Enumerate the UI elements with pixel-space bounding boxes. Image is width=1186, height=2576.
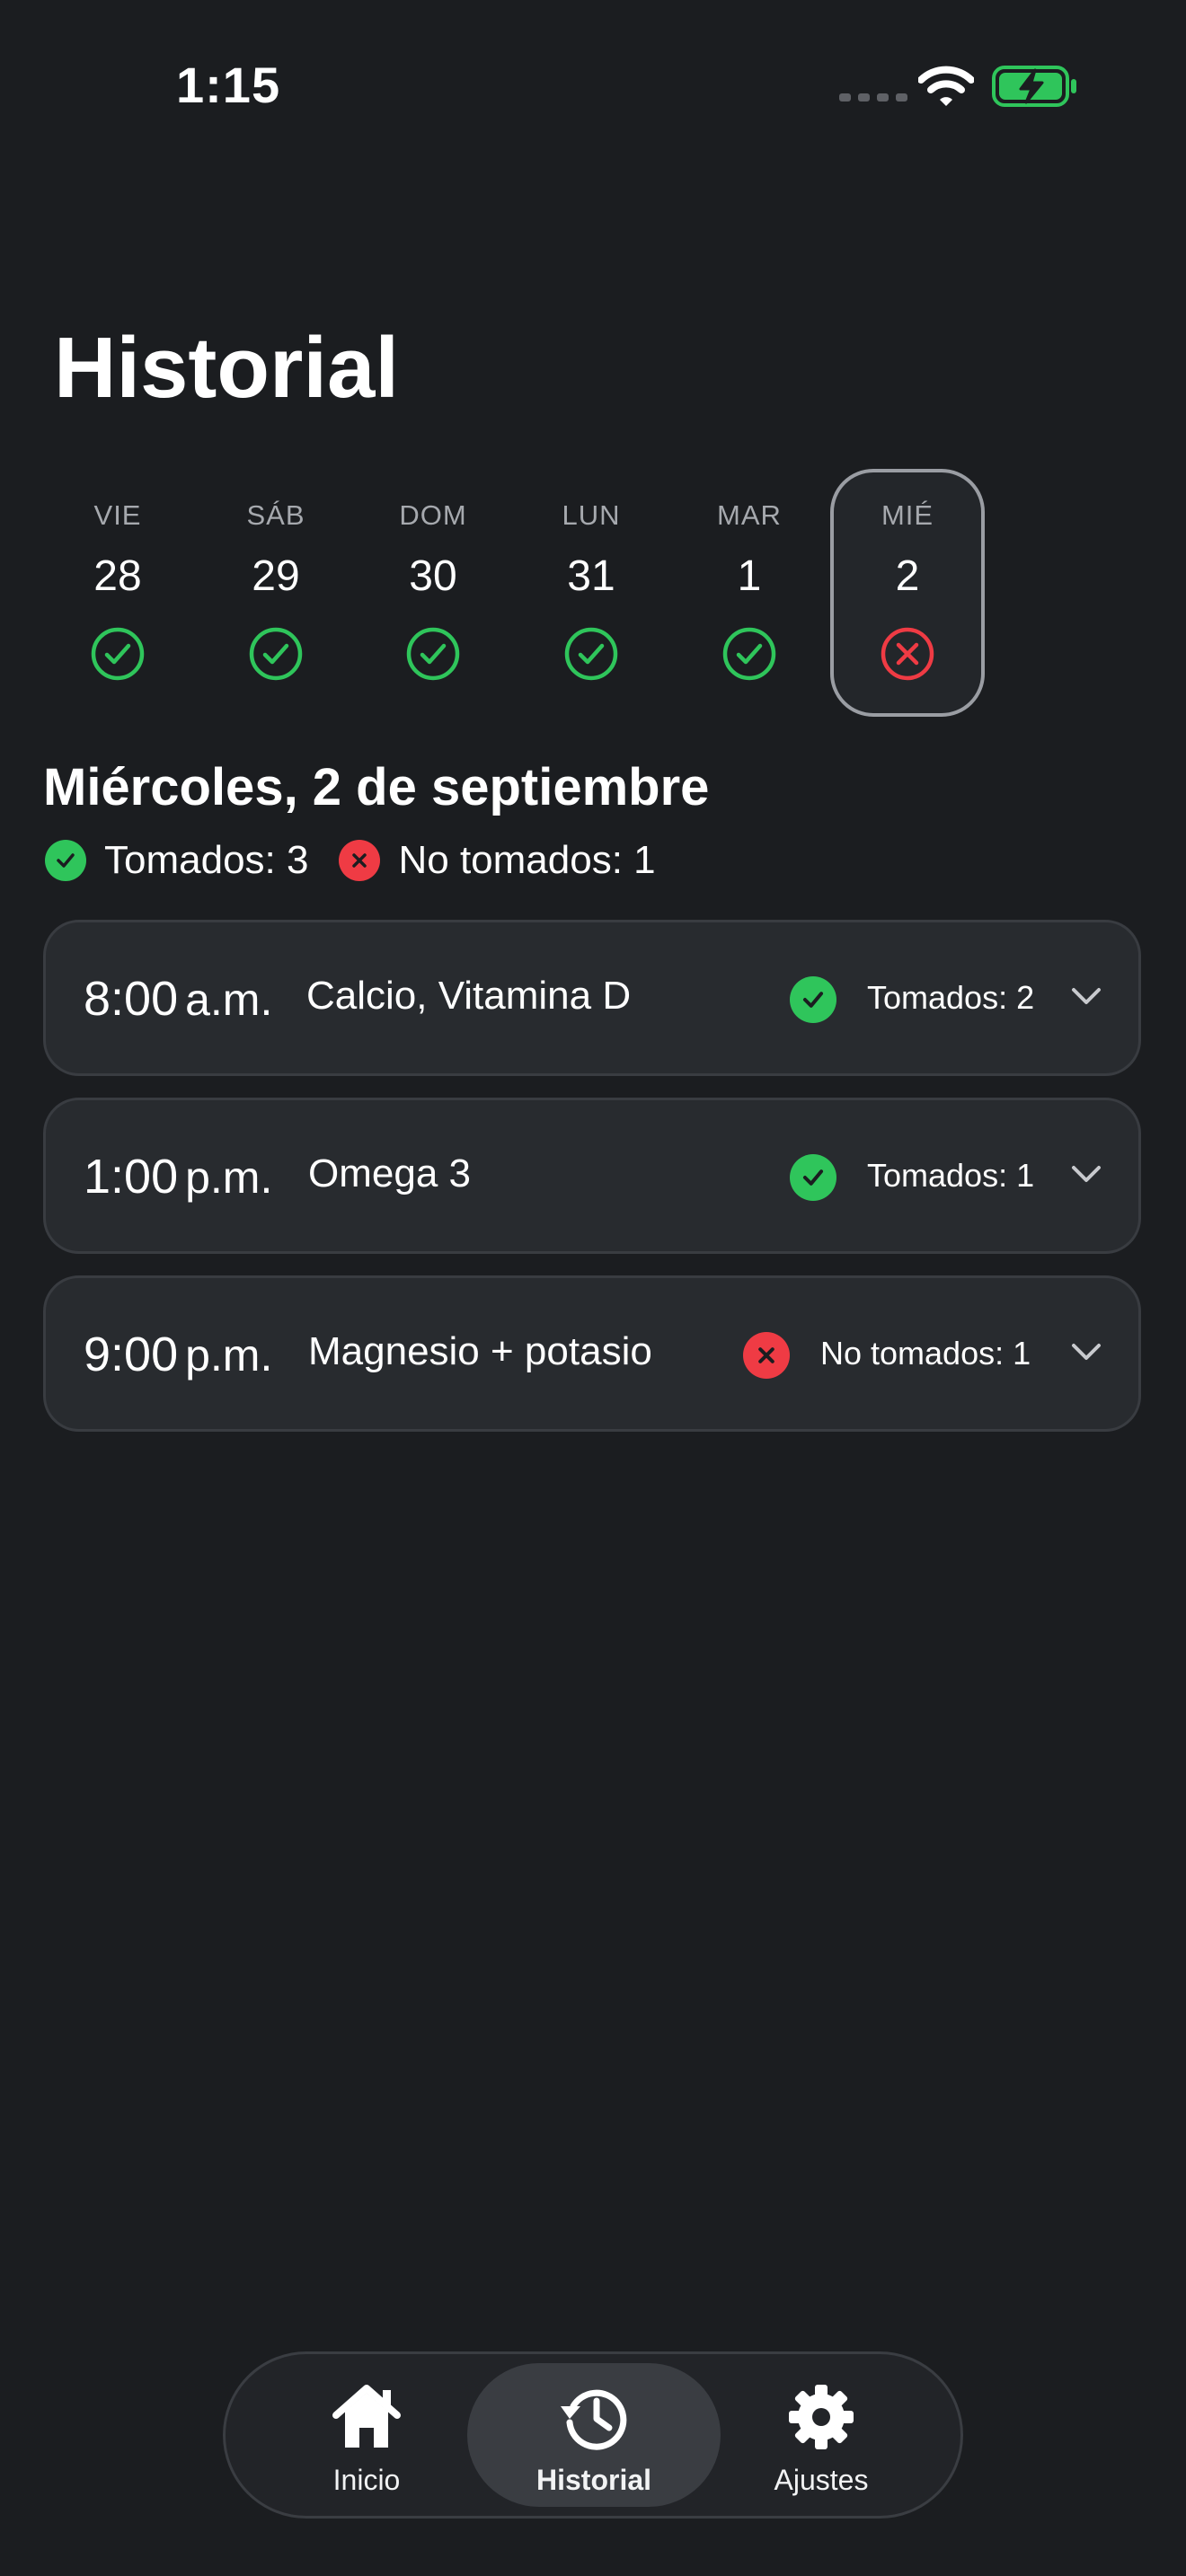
day-name: DOM bbox=[399, 499, 467, 531]
day-name: VIE bbox=[93, 499, 142, 531]
dose-card[interactable]: 8:00 a.m. Calcio, Vitamina D Tomados: 2 bbox=[43, 920, 1141, 1076]
day-name: MIÉ bbox=[881, 499, 934, 531]
dose-status: Tomados: 1 bbox=[867, 1157, 1035, 1194]
missed-count: No tomados: 1 bbox=[398, 838, 656, 882]
day-number: 1 bbox=[737, 552, 762, 600]
dose-time: 8:00 a.m. bbox=[84, 972, 273, 1026]
status-bar: 1:15 bbox=[0, 0, 1186, 171]
tab-label: Ajustes bbox=[774, 2464, 869, 2496]
day-name: MAR bbox=[717, 499, 782, 531]
chevron-down-icon[interactable] bbox=[1070, 985, 1102, 1007]
tab-bar: Inicio Historial Ajustes bbox=[223, 2351, 963, 2519]
selected-date-title: Miércoles, 2 de septiembre bbox=[43, 758, 710, 816]
day-item-dom[interactable]: DOM 30 bbox=[356, 469, 510, 717]
day-item-lun[interactable]: LUN 31 bbox=[514, 469, 668, 717]
dose-status: Tomados: 2 bbox=[867, 979, 1035, 1016]
check-circle-icon bbox=[406, 627, 460, 681]
check-icon bbox=[45, 840, 86, 881]
dose-card[interactable]: 1:00 p.m. Omega 3 Tomados: 1 bbox=[43, 1098, 1141, 1254]
tab-label: Historial bbox=[535, 2464, 652, 2496]
day-item-mar[interactable]: MAR 1 bbox=[672, 469, 827, 717]
home-icon bbox=[240, 2383, 493, 2455]
day-name: LUN bbox=[562, 499, 621, 531]
day-item-mie-selected[interactable]: MIÉ 2 bbox=[830, 469, 985, 717]
tab-historial[interactable]: Historial bbox=[467, 2363, 721, 2507]
chevron-down-icon[interactable] bbox=[1070, 1163, 1102, 1185]
tab-ajustes[interactable]: Ajustes bbox=[695, 2363, 948, 2507]
check-circle-icon bbox=[91, 627, 145, 681]
check-circle-icon bbox=[564, 627, 618, 681]
x-icon bbox=[339, 840, 381, 881]
chevron-down-icon[interactable] bbox=[1070, 1341, 1102, 1363]
day-selector: VIE 28 SÁB 29 DOM 30 LUN 31 MAR 1 MIÉ 2 bbox=[40, 469, 993, 717]
day-number: 31 bbox=[567, 552, 615, 600]
dose-time: 9:00 p.m. bbox=[84, 1328, 273, 1381]
day-number: 30 bbox=[409, 552, 457, 600]
dose-card[interactable]: 9:00 p.m. Magnesio + potasio No tomados: … bbox=[43, 1275, 1141, 1432]
day-number: 2 bbox=[895, 552, 920, 600]
tab-inicio[interactable]: Inicio bbox=[240, 2363, 493, 2507]
dose-time: 1:00 p.m. bbox=[84, 1150, 273, 1204]
tab-label: Inicio bbox=[332, 2464, 401, 2496]
check-circle-icon bbox=[249, 627, 303, 681]
battery-charging-icon bbox=[992, 66, 1076, 107]
dose-status: No tomados: 1 bbox=[820, 1335, 1031, 1372]
check-icon bbox=[790, 976, 836, 1023]
dose-medications: Omega 3 bbox=[308, 1151, 471, 1195]
gear-icon bbox=[695, 2383, 948, 2455]
day-number: 29 bbox=[252, 552, 300, 600]
taken-count: Tomados: 3 bbox=[104, 838, 309, 882]
wifi-icon bbox=[918, 66, 974, 106]
x-circle-icon bbox=[881, 627, 934, 681]
check-circle-icon bbox=[722, 627, 776, 681]
dose-medications: Magnesio + potasio bbox=[308, 1329, 652, 1373]
day-number: 28 bbox=[93, 552, 142, 600]
check-icon bbox=[790, 1154, 836, 1201]
page-title: Historial bbox=[54, 320, 400, 416]
x-icon bbox=[743, 1332, 790, 1379]
day-name: SÁB bbox=[246, 499, 305, 531]
day-summary: Tomados: 3 No tomados: 1 bbox=[45, 837, 656, 884]
dose-medications: Calcio, Vitamina D bbox=[306, 974, 632, 1018]
cellular-signal-icon bbox=[839, 93, 907, 101]
day-item-sab[interactable]: SÁB 29 bbox=[199, 469, 353, 717]
day-item-vie[interactable]: VIE 28 bbox=[40, 469, 195, 717]
history-icon bbox=[467, 2383, 721, 2455]
status-time: 1:15 bbox=[176, 57, 281, 113]
